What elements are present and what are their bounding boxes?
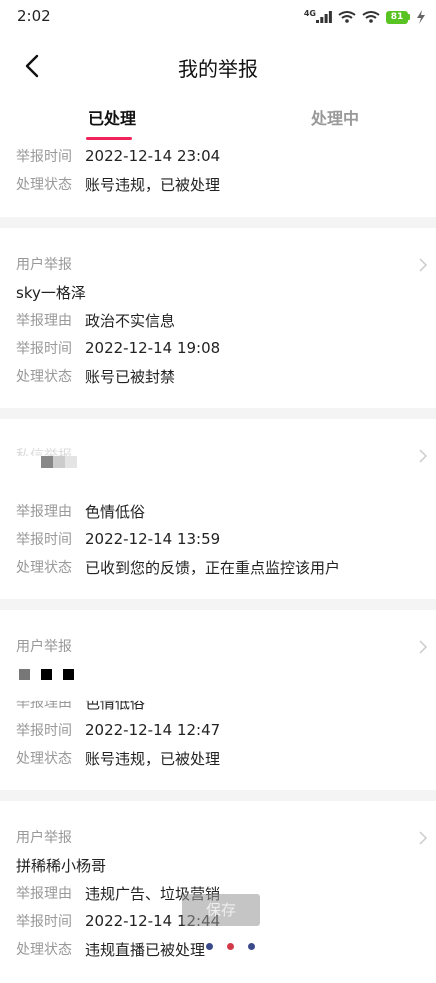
report-status: 违规直播已被处理 — [85, 940, 206, 959]
status-time: 2:02 — [17, 7, 51, 25]
report-time-row: 举报时间 2022-12-14 13:59 — [16, 528, 220, 550]
redacted-username-block — [41, 669, 52, 680]
tab-active-indicator — [86, 137, 132, 140]
row-label: 举报理由 — [16, 313, 72, 329]
chevron-right-icon[interactable] — [418, 831, 428, 845]
report-reason: 色情低俗 — [85, 693, 146, 712]
redacted-username-block — [65, 456, 77, 468]
row-label: 处理状态 — [16, 560, 72, 576]
chevron-right-icon[interactable] — [418, 449, 428, 463]
report-card[interactable]: 用户举报 举报理由 色情低俗 举报时间 2022-12-14 12:47 处理状… — [0, 610, 436, 790]
reason-row: 举报理由 色情低俗 — [16, 693, 146, 713]
status-row: 处理状态 账号已被封禁 — [16, 365, 175, 387]
row-label: 举报理由 — [16, 504, 72, 520]
status-bar: 2:02 4G 81 — [0, 0, 436, 34]
report-card[interactable]: 私信举报 举报理由 色情低俗 举报时间 2022-12-14 13:59 处理状… — [0, 419, 436, 599]
tab-bar: 已处理 处理中 — [0, 96, 436, 142]
page-indicator-dots — [206, 943, 255, 950]
row-label: 举报理由 — [16, 695, 72, 711]
tab-processed[interactable]: 已处理 — [88, 105, 136, 129]
status-row: 处理状态 违规直播已被处理 — [16, 938, 205, 960]
charging-icon — [417, 10, 425, 24]
chevron-right-icon[interactable] — [418, 258, 428, 272]
chevron-right-icon[interactable] — [418, 640, 428, 654]
row-label: 处理状态 — [16, 177, 72, 193]
report-status: 账号违规，已被处理 — [85, 749, 221, 768]
redacted-username-block — [41, 456, 53, 468]
status-row: 处理状态 账号违规，已被处理 — [16, 747, 220, 769]
save-button[interactable]: 保存 — [182, 894, 260, 926]
report-reason: 政治不实信息 — [85, 311, 176, 330]
battery-icon: 81 — [386, 10, 410, 24]
status-icons: 4G 81 — [304, 8, 426, 26]
status-row: 处理状态 账号违规，已被处理 — [16, 173, 220, 195]
row-label: 举报时间 — [16, 532, 72, 548]
network-type-label: 4G — [303, 8, 316, 18]
indicator-dot — [206, 943, 213, 950]
reason-row: 举报理由 政治不实信息 — [16, 309, 175, 331]
report-time-row: 举报时间 2022-12-14 12:47 — [16, 719, 220, 741]
report-type: 用户举报 — [16, 257, 72, 273]
cellular-signal-icon — [316, 11, 332, 23]
redacted-username-block — [53, 456, 65, 468]
indicator-dot — [248, 943, 255, 950]
nav-bar: 我的举报 — [0, 44, 436, 88]
report-card[interactable]: 用户举报 sky一格泽 举报理由 政治不实信息 举报时间 2022-12-14 … — [0, 228, 436, 408]
indicator-dot — [227, 943, 234, 950]
report-time: 2022-12-14 23:04 — [85, 147, 221, 165]
report-time-row: 举报时间 2022-12-14 23:04 — [16, 145, 220, 167]
wifi-icon — [362, 11, 380, 23]
report-status: 账号违规，已被处理 — [85, 175, 221, 194]
report-time: 2022-12-14 12:47 — [85, 721, 221, 739]
report-status: 账号已被封禁 — [85, 367, 176, 386]
report-time: 2022-12-14 13:59 — [85, 530, 221, 548]
reported-username: 拼稀稀小杨哥 — [16, 857, 107, 875]
row-label: 处理状态 — [16, 369, 72, 385]
report-card[interactable]: 举报时间 2022-12-14 23:04 处理状态 账号违规，已被处理 — [0, 142, 436, 217]
report-time-row: 举报时间 2022-12-14 19:08 — [16, 337, 220, 359]
row-label: 举报理由 — [16, 886, 72, 902]
battery-level: 81 — [386, 10, 408, 24]
redacted-username-block — [19, 669, 30, 680]
report-type: 用户举报 — [16, 830, 72, 846]
row-label: 处理状态 — [16, 751, 72, 767]
reported-username: sky一格泽 — [16, 284, 86, 302]
report-status: 已收到您的反馈，正在重点监控该用户 — [85, 558, 341, 577]
row-label: 举报时间 — [16, 341, 72, 357]
wifi-assist-icon — [338, 11, 356, 23]
reason-row: 举报理由 色情低俗 — [16, 500, 145, 522]
row-label: 处理状态 — [16, 942, 72, 958]
row-label: 举报时间 — [16, 149, 72, 165]
tab-processing[interactable]: 处理中 — [311, 105, 359, 129]
redacted-username-block — [63, 669, 74, 680]
report-time: 2022-12-14 19:08 — [85, 339, 221, 357]
report-reason: 色情低俗 — [85, 502, 146, 521]
row-label: 举报时间 — [16, 914, 72, 930]
status-row: 处理状态 已收到您的反馈，正在重点监控该用户 — [16, 556, 340, 578]
report-card[interactable]: 用户举报 拼稀稀小杨哥 举报理由 违规广告、垃圾营销 举报时间 2022-12-… — [0, 801, 436, 983]
row-label: 举报时间 — [16, 723, 72, 739]
report-type: 用户举报 — [16, 639, 72, 655]
page-title: 我的举报 — [178, 57, 258, 81]
report-list[interactable]: 举报时间 2022-12-14 23:04 处理状态 账号违规，已被处理 用户举… — [0, 142, 436, 983]
